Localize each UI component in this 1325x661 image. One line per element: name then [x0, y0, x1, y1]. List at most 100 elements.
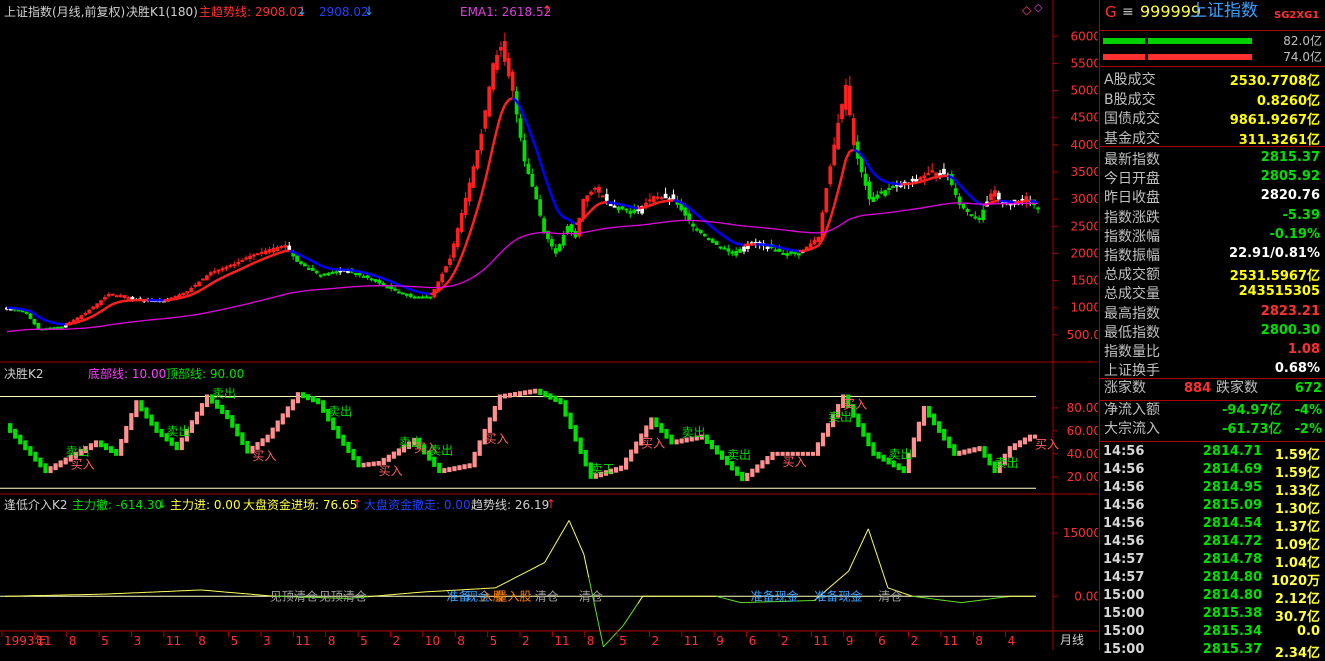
candle-body: [429, 297, 432, 299]
k2-step: [967, 448, 971, 453]
k2-step: [33, 452, 37, 462]
k3-seg: [947, 601, 952, 602]
k2-step: [750, 469, 754, 477]
k2-signal: 买入: [379, 464, 403, 478]
trend-line-seg: [709, 224, 713, 227]
tick-row[interactable]: 14:562814.691.59亿: [1100, 461, 1324, 479]
x-tick-label: 2: [781, 634, 789, 648]
candle-body: [962, 204, 965, 208]
trend-line-seg: [720, 234, 724, 237]
price-tick-label: 3500: [1070, 165, 1098, 179]
k2-step: [64, 458, 68, 465]
trend-line-seg: [493, 129, 497, 145]
trend-line-seg: [219, 277, 223, 279]
candle-body: [993, 191, 996, 197]
trend-line-seg: [368, 274, 372, 275]
trend-line-seg: [172, 299, 176, 300]
stat-row-value: 2530.7708亿: [1230, 70, 1320, 89]
k3-seg: [559, 529, 564, 537]
candle-body: [880, 192, 883, 194]
k2-step: [286, 406, 290, 417]
trend-line-seg: [81, 320, 85, 321]
candle-body: [229, 265, 232, 267]
tick-row[interactable]: 15:002815.3830.7亿: [1100, 605, 1324, 623]
tick-row[interactable]: 15:002815.372.34亿: [1100, 641, 1324, 659]
k3-seg: [736, 601, 741, 602]
candle-body: [629, 211, 632, 213]
tick-time: 14:56: [1103, 480, 1144, 495]
tick-row[interactable]: 14:562814.951.33亿: [1100, 479, 1324, 497]
candle-body: [401, 293, 404, 295]
tick-row[interactable]: 14:562815.091.30亿: [1100, 497, 1324, 515]
tick-row[interactable]: 14:562814.721.09亿: [1100, 533, 1324, 551]
k2-step: [710, 440, 714, 449]
price-tick-label: 5500: [1070, 56, 1098, 70]
quote-row-label: 总成交额: [1104, 264, 1160, 284]
k3-seg: [849, 560, 854, 571]
trend-line-seg: [70, 323, 74, 324]
candle-body: [605, 194, 608, 200]
period-label[interactable]: 月线: [1060, 633, 1084, 647]
k2-step: [826, 423, 830, 437]
k2-step: [387, 455, 391, 462]
k2-step: [584, 450, 588, 466]
x-tick-label: 8: [457, 634, 465, 648]
k2-step: [18, 435, 22, 445]
trend-line-seg: [391, 282, 395, 284]
k2-step: [13, 429, 17, 439]
k2-step: [59, 460, 63, 467]
trend-line-seg: [622, 205, 626, 206]
candle-body: [825, 188, 828, 212]
candle-body: [523, 140, 526, 161]
tick-row[interactable]: 14:572814.781.04亿: [1100, 551, 1324, 569]
trend-line-seg: [360, 272, 364, 273]
k2-step: [947, 437, 951, 449]
trend-line-seg: [58, 324, 62, 325]
quote-row-label: 今日开盘: [1104, 168, 1160, 188]
tick-row[interactable]: 15:002814.802.12亿: [1100, 587, 1324, 605]
k2-step: [316, 398, 320, 404]
tick-row[interactable]: 15:002815.340.0: [1100, 623, 1324, 641]
chart-svg[interactable]: 6000550050004500400035003000250020001500…: [0, 0, 1098, 650]
k3-seg: [599, 624, 604, 647]
k2-step: [816, 442, 820, 456]
tick-row[interactable]: 14:572814.801020万: [1100, 569, 1324, 587]
close-icon[interactable]: ◇: [1034, 1, 1042, 15]
tick-price: 2815.34: [1192, 624, 1262, 639]
trend-line-seg: [109, 304, 113, 306]
k3-seg: [726, 599, 731, 600]
price-tick-label: 6000: [1070, 29, 1098, 43]
candle-body: [460, 213, 463, 231]
trend-line-seg: [262, 258, 266, 260]
chart-area[interactable]: 6000550050004500400035003000250020001500…: [0, 0, 1098, 650]
index-tag[interactable]: SG2XG1: [1274, 9, 1319, 23]
k2-step: [361, 463, 365, 468]
k2-step: [629, 450, 633, 462]
k2-step: [372, 462, 376, 467]
k3-seg: [554, 537, 559, 545]
k2-step: [447, 467, 451, 472]
candle-body: [570, 224, 573, 231]
tick-row[interactable]: 14:562814.541.37亿: [1100, 515, 1324, 533]
trend-line-seg: [626, 206, 630, 207]
candle-body: [268, 249, 271, 252]
k2-step: [720, 451, 724, 460]
candle-body: [284, 245, 287, 247]
menu-icon[interactable]: ≡: [1122, 5, 1134, 19]
trend-line-seg: [215, 279, 219, 281]
k3-seg: [505, 580, 510, 583]
tick-price: 2814.80: [1192, 570, 1262, 585]
k3-seg: [535, 565, 540, 568]
g-icon[interactable]: G: [1105, 5, 1117, 19]
trend-line-seg: [481, 180, 485, 195]
tick-price: 2814.72: [1192, 534, 1262, 549]
x-tick-label: 5: [101, 634, 109, 648]
k2-step: [306, 394, 310, 400]
candle-body: [405, 294, 408, 296]
trend-line-seg: [450, 273, 454, 279]
trend-line-seg: [881, 180, 885, 182]
tick-row[interactable]: 14:562814.711.59亿: [1100, 443, 1324, 461]
trend-line-seg: [364, 273, 368, 274]
diamond-icon[interactable]: ◇: [1022, 3, 1031, 17]
candle-body: [637, 209, 640, 211]
